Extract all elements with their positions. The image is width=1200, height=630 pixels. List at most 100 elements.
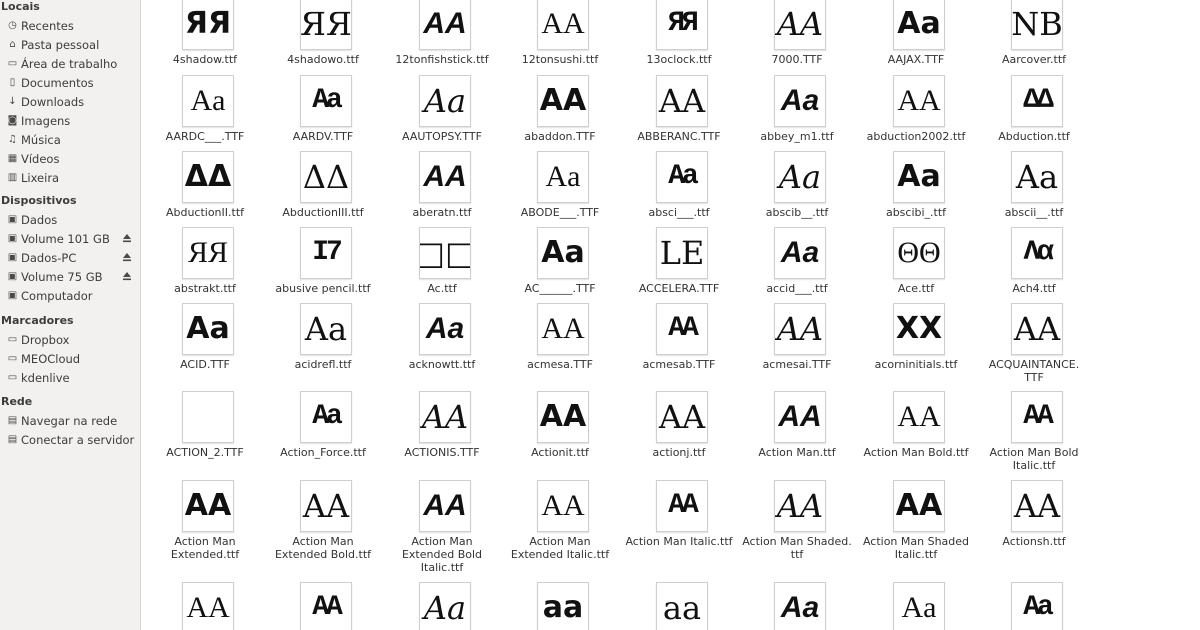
sidebar-item-pasta-pessoal[interactable]: ⌂ Pasta pessoal [0,35,140,54]
font-preview-thumbnail: AA [656,75,708,127]
sidebar-item-label: Recentes [21,18,74,33]
font-preview-glyphs: Aa [780,236,820,269]
font-preview-thumbnail: □□ [419,227,471,279]
file-name: abduction2002.ttf [866,130,966,143]
sidebar-item-dados[interactable]: ▣ Dados [0,210,140,229]
font-preview-glyphs: ΔΔ [1023,85,1054,116]
sidebar-item-dados-pc[interactable]: ▣ Dados-PC [0,248,140,267]
font-preview-glyphs: ЯЯ [187,236,229,269]
file-name: Action Man Shaded Italic.ttf [862,535,970,561]
folder-icon: ▭ [7,372,18,383]
sidebar-item-downloads[interactable]: ↓ Downloads [0,92,140,111]
font-preview-thumbnail: aa [656,582,708,630]
font-preview-glyphs: AA [658,398,706,436]
font-preview-thumbnail: AA [419,480,471,532]
file-name: AbductionIII.ttf [282,206,364,219]
font-preview-thumbnail: AA [656,480,708,532]
file-name: Action Man Bold.ttf [863,446,969,459]
file-name: abscii__.ttf [1004,206,1064,219]
font-preview-thumbnail: ЯЯ [300,0,352,50]
font-preview-thumbnail: AA [419,151,471,203]
network-icon: ▤ [7,415,18,426]
sidebar-item-volume-101-gb[interactable]: ▣ Volume 101 GB [0,229,140,248]
font-preview-glyphs: AA [897,84,941,117]
file-name: acknowtt.ttf [408,358,476,371]
file-name: 13oclock.ttf [646,53,712,66]
sidebar-item-documentos[interactable]: ▯ Documentos [0,73,140,92]
font-preview-glyphs: AA [302,487,350,525]
sidebar-item-label: Lixeira [21,170,60,185]
sidebar-item--rea-de-trabalho[interactable]: ▭ Área de trabalho [0,54,140,73]
font-preview-glyphs: Aa [778,158,822,196]
sidebar-item-label: MEOCloud [21,351,81,366]
file-name: Action Man.ttf [758,446,836,459]
file-name: Ace.ttf [897,282,935,295]
sidebar-item-v-deos[interactable]: ▦ Vídeos [0,149,140,168]
file-name: ACID.TTF [180,358,230,371]
font-preview-thumbnail: Aa [182,303,234,355]
font-preview-glyphs: Aa [897,159,941,194]
font-preview-thumbnail: Aa [774,227,826,279]
drive-icon: ▣ [7,252,18,263]
sidebar-section-title: Dispositivos [1,194,77,207]
file-name: abbey_m1.ttf [760,130,834,143]
font-preview-glyphs: Aa [668,161,699,192]
sidebar-section-title: Locais [1,0,40,13]
sidebar-item-imagens[interactable]: ◙ Imagens [0,111,140,130]
font-preview-thumbnail: AA [537,303,589,355]
drive-icon: ▣ [7,233,18,244]
font-preview-glyphs: AA [421,398,469,436]
font-preview-glyphs: AA [776,5,824,43]
trash-icon: ▥ [7,172,18,183]
font-preview-thumbnail: AA [774,0,826,50]
file-name: acidrefl.ttf [294,358,352,371]
camera-icon: ◙ [7,115,18,126]
font-preview-thumbnail: Aa [893,582,945,630]
file-name: actionj.ttf [652,446,706,459]
file-grid: ЯЯ 4shadow.ttf ЯЯ 4shadowo.ttf AA 12tonfishst… [141,0,1200,630]
font-preview-thumbnail: Aa [419,303,471,355]
eject-icon[interactable] [122,252,132,262]
font-preview-thumbnail: Aa [537,151,589,203]
eject-icon[interactable] [122,271,132,281]
font-preview-thumbnail: I7 [300,227,352,279]
sidebar: Locais ◷ Recentes ⌂ Pasta pessoal ▭ Área de tr… [0,0,141,630]
font-preview-thumbnail: Aa [300,75,352,127]
font-preview-glyphs: AA [539,83,587,118]
sidebar-item-m-sica[interactable]: ♫ Música [0,130,140,149]
file-name: Action Man Extended Italic.ttf [510,535,610,561]
file-name: AAUTOPSY.TTF [402,130,482,143]
file-name: Action Man Extended.ttf [170,535,240,561]
font-preview-glyphs: Aa [423,589,467,627]
eject-icon[interactable] [122,233,132,243]
font-preview-glyphs: AA [778,400,822,433]
film-icon: ▦ [7,153,18,164]
file-name: 12tonfishstick.ttf [395,53,489,66]
font-preview-glyphs: AA [1013,487,1061,525]
font-preview-glyphs: AA [184,488,232,523]
font-preview-thumbnail: AA [893,480,945,532]
download-icon: ↓ [8,96,17,107]
font-preview-thumbnail: AA [419,0,471,50]
file-name: Action Man Shaded. ttf [742,535,852,561]
sidebar-item-lixeira[interactable]: ▥ Lixeira [0,168,140,187]
sidebar-item-recentes[interactable]: ◷ Recentes [0,16,140,35]
font-preview-glyphs: Aa [1023,592,1054,623]
font-preview-thumbnail: Aa [419,582,471,630]
font-preview-thumbnail: AA [893,391,945,443]
sidebar-item-meocloud[interactable]: ▭ MEOCloud [0,349,140,368]
sidebar-item-conectar-a-servidor[interactable]: ▤ Conectar a servidor [0,430,140,449]
sidebar-item-navegar-na-rede[interactable]: ▤ Navegar na rede [0,411,140,430]
font-preview-glyphs: AA [541,7,585,40]
sidebar-item-kdenlive[interactable]: ▭ kdenlive [0,368,140,387]
file-name: abusive pencil.ttf [275,282,371,295]
file-name: Actionsh.ttf [1002,535,1066,548]
sidebar-item-label: Documentos [21,75,94,90]
font-preview-thumbnail: AA [1011,391,1063,443]
file-name: aberatn.ttf [412,206,472,219]
file-name: Action Man Bold Italic.ttf [989,446,1079,472]
sidebar-item-volume-75-gb[interactable]: ▣ Volume 75 GB [0,267,140,286]
sidebar-item-dropbox[interactable]: ▭ Dropbox [0,330,140,349]
file-name: Ac.ttf [427,282,457,295]
sidebar-item-computador[interactable]: ▣ Computador [0,286,140,305]
